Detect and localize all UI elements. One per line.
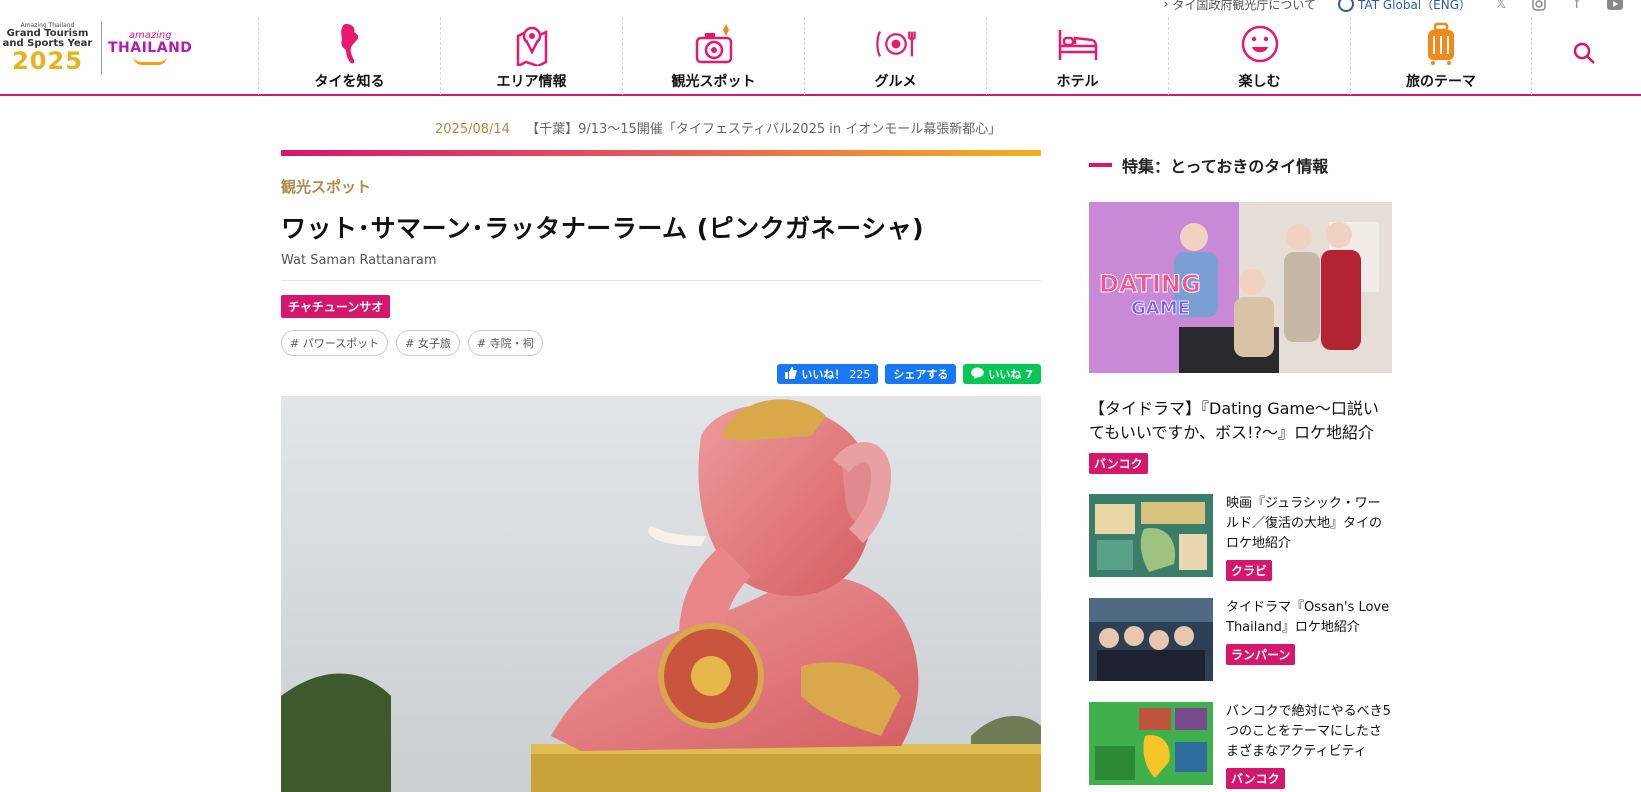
line-icon: [971, 367, 985, 382]
dating-game-poster: DATING GAME: [1089, 202, 1392, 373]
camera-icon: [691, 21, 737, 67]
bed-icon: [1055, 21, 1101, 67]
nav-item-area-info[interactable]: エリア情報: [440, 17, 622, 95]
title-gradient-bar: [281, 150, 1041, 156]
divider: [281, 280, 1041, 281]
article: 観光スポット ワット･サマーン･ラッタナーラーム (ピンクガネーシャ) Wat …: [281, 150, 1041, 792]
ticker-date: 2025/08/14: [435, 122, 510, 137]
article-category[interactable]: 観光スポット: [281, 176, 1041, 197]
area-tag[interactable]: ランパーン: [1226, 644, 1296, 666]
hashtag[interactable]: # 女子旅: [396, 330, 460, 356]
svg-text:DATING: DATING: [1099, 270, 1201, 298]
article-title[interactable]: 映画『ジュラシック・ワールド／復活の大地』タイのロケ地紹介: [1226, 494, 1392, 554]
jurassic-world-map-thumbnail: [1089, 494, 1213, 577]
feature-image[interactable]: DATING GAME: [1089, 202, 1392, 373]
article-thumbnail[interactable]: [1089, 702, 1213, 785]
sidebar-article-list: 映画『ジュラシック・ワールド／復活の大地』タイのロケ地紹介 クラビ タイドラマ『…: [1089, 494, 1392, 792]
logo-swoosh: [133, 56, 168, 65]
pink-ganesha-photo: [281, 396, 1041, 792]
nav-item-enjoy[interactable]: 楽しむ: [1168, 17, 1350, 95]
facebook-like-count: 225: [849, 367, 871, 381]
site-header: Amazing Thailand Grand Tourism and Sport…: [0, 17, 1641, 96]
smile-icon: [1237, 21, 1283, 67]
list-item[interactable]: タイドラマ『Ossan's Love Thailand』ロケ地紹介 ランパーン: [1089, 598, 1392, 702]
facebook-like-button[interactable]: いいね！ 225: [777, 364, 879, 384]
search-icon: [1572, 41, 1596, 69]
area-tag[interactable]: バンコク: [1226, 768, 1285, 790]
area-tag[interactable]: クラビ: [1226, 560, 1273, 582]
main-nav: タイを知る エリア情報 観光スポット グルメ ホテル 楽しむ 旅のテーマ: [258, 17, 1532, 95]
sidebar-heading: 特集：とっておきのタイ情報: [1089, 153, 1392, 177]
feature-title[interactable]: 【タイドラマ】『Dating Game〜口説いてもいいですか、ボス!?〜』ロケ地…: [1089, 397, 1392, 445]
line-like-count: 7: [1025, 367, 1033, 381]
x-icon[interactable]: 𝕏: [1493, 0, 1509, 12]
ossans-love-thumbnail: [1089, 598, 1213, 681]
area-tag[interactable]: チャチューンサオ: [281, 295, 391, 318]
thumbs-up-icon: [785, 366, 798, 382]
bangkok-activities-thumbnail: [1089, 702, 1213, 785]
suitcase-icon: [1418, 21, 1464, 67]
article-thumbnail[interactable]: [1089, 598, 1213, 681]
hashtag-list: # パワースポット # 女子旅 # 寺院・祠: [281, 330, 1041, 356]
amazing-thailand-logo: amazing THAILAND: [108, 31, 192, 65]
feature-area-tag[interactable]: バンコク: [1089, 453, 1148, 474]
chevron-right-icon: ›: [1163, 0, 1169, 11]
map-pin-icon: [509, 21, 555, 67]
social-buttons: いいね！ 225 シェアする いいね 7: [281, 364, 1041, 384]
heading-accent-bar: [1089, 163, 1112, 167]
facebook-icon[interactable]: f: [1569, 0, 1585, 12]
search-button[interactable]: [1568, 39, 1600, 71]
tat-global-link[interactable]: TAT Global（ENG）: [1338, 0, 1471, 13]
nav-item-hotel[interactable]: ホテル: [986, 17, 1168, 95]
hashtag[interactable]: # パワースポット: [281, 330, 389, 356]
event-logo: Amazing Thailand Grand Tourism and Sport…: [2, 22, 93, 75]
nav-item-travel-themes[interactable]: 旅のテーマ: [1350, 17, 1532, 95]
nav-item-sightseeing[interactable]: 観光スポット: [622, 17, 804, 95]
page-title: ワット･サマーン･ラッタナーラーム (ピンクガネーシャ): [281, 214, 925, 243]
list-item[interactable]: 映画『ジュラシック・ワールド／復活の大地』タイのロケ地紹介 クラビ: [1089, 494, 1392, 598]
article-title[interactable]: バンコクで絶対にやるべき5つのことをテーマにしたさまざまなアクティビティ: [1226, 702, 1392, 762]
page-subtitle: Wat Saman Rattanaram: [281, 253, 437, 268]
news-ticker[interactable]: 2025/08/14 【千葉】9/13〜15開催「タイフェスティバル2025 i…: [435, 118, 1001, 137]
logo-divider: [101, 21, 102, 75]
youtube-icon[interactable]: [1607, 0, 1623, 12]
about-tat-link[interactable]: › タイ国政府観光庁について: [1164, 0, 1316, 13]
dining-icon: [873, 21, 919, 67]
svg-text:GAME: GAME: [1131, 298, 1190, 319]
sidebar: 特集：とっておきのタイ情報 DATING GAME 【タイドラマ】『Dating…: [1089, 150, 1392, 792]
ticker-text: 【千葉】9/13〜15開催「タイフェスティバル2025 in イオンモール幕張新…: [526, 122, 1002, 137]
line-like-button[interactable]: いいね 7: [963, 364, 1041, 384]
nav-item-gourmet[interactable]: グルメ: [804, 17, 986, 95]
facebook-share-button[interactable]: シェアする: [885, 364, 957, 384]
hashtag[interactable]: # 寺院・祠: [467, 330, 543, 356]
article-title[interactable]: タイドラマ『Ossan's Love Thailand』ロケ地紹介: [1226, 598, 1392, 638]
globe-icon: [1338, 0, 1355, 12]
site-logo[interactable]: Amazing Thailand Grand Tourism and Sport…: [0, 19, 250, 77]
thailand-map-icon: [327, 21, 373, 67]
hero-image: [281, 396, 1041, 792]
article-thumbnail[interactable]: [1089, 494, 1213, 577]
utility-bar: › タイ国政府観光庁について TAT Global（ENG） 𝕏 f: [1164, 0, 1641, 14]
instagram-icon[interactable]: [1531, 0, 1547, 12]
nav-item-about-thailand[interactable]: タイを知る: [258, 17, 440, 95]
list-item[interactable]: バンコクで絶対にやるべき5つのことをテーマにしたさまざまなアクティビティ バンコ…: [1089, 702, 1392, 792]
